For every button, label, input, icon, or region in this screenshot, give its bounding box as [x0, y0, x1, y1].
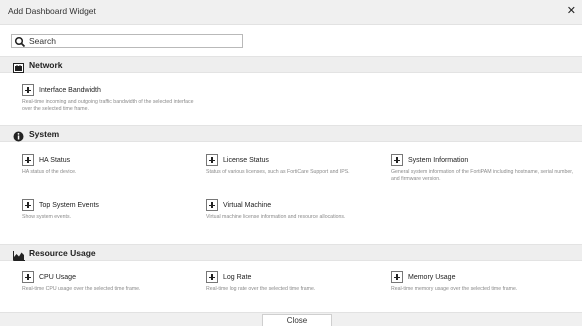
network-icon: [13, 60, 24, 73]
widget-license-status[interactable]: License Status Status of various license…: [206, 154, 386, 176]
search-input[interactable]: Search: [11, 34, 243, 48]
widget-memory-usage[interactable]: Memory Usage Real-time memory usage over…: [391, 271, 576, 293]
add-widget-icon[interactable]: [206, 154, 218, 166]
dialog-footer: Close: [0, 312, 582, 326]
widget-description: Real-time incoming and outgoing traffic …: [22, 99, 194, 112]
section-resource-usage: Resource Usage: [0, 244, 582, 261]
widget-ha-status[interactable]: HA Status HA status of the device.: [22, 154, 204, 176]
widget-name: System Information: [408, 156, 469, 164]
search-placeholder: Search: [29, 36, 56, 46]
close-icon[interactable]: ✕: [567, 4, 576, 18]
widget-description: Real-time CPU usage over the selected ti…: [22, 286, 141, 292]
area-chart-icon: [13, 248, 25, 261]
widget-description: Virtual machine license information and …: [206, 214, 346, 220]
widget-description: Status of various licenses, such as Fort…: [206, 169, 350, 175]
widget-interface-bandwidth[interactable]: Interface Bandwidth Real-time incoming a…: [22, 84, 204, 113]
widget-name: License Status: [223, 156, 269, 164]
add-widget-icon[interactable]: [206, 199, 218, 211]
widget-name: Virtual Machine: [223, 201, 272, 209]
widget-name: Interface Bandwidth: [39, 86, 101, 94]
section-network: Network: [0, 56, 582, 73]
widget-name: HA Status: [39, 156, 71, 164]
widget-description: HA status of the device.: [22, 169, 77, 175]
widget-system-information[interactable]: System Information General system inform…: [391, 154, 576, 183]
widget-cpu-usage[interactable]: CPU Usage Real-time CPU usage over the s…: [22, 271, 204, 293]
add-widget-icon[interactable]: [391, 271, 403, 283]
dialog-titlebar: Add Dashboard Widget ✕: [0, 0, 582, 25]
add-widget-icon[interactable]: [22, 271, 34, 283]
add-widget-icon[interactable]: [206, 271, 218, 283]
add-widget-icon[interactable]: [22, 199, 34, 211]
close-button[interactable]: Close: [262, 314, 332, 326]
add-widget-icon[interactable]: [391, 154, 403, 166]
widget-name: Memory Usage: [408, 273, 456, 281]
section-label-resource-usage: Resource Usage: [29, 248, 96, 258]
widget-log-rate[interactable]: Log Rate Real-time log rate over the sel…: [206, 271, 386, 293]
info-icon: [13, 129, 24, 142]
widget-description: Real-time log rate over the selected tim…: [206, 286, 316, 292]
widget-description: Show system events.: [22, 214, 72, 220]
dialog-title: Add Dashboard Widget: [8, 6, 96, 16]
widget-description: Real-time memory usage over the selected…: [391, 286, 518, 292]
section-label-network: Network: [29, 60, 63, 70]
widget-top-system-events[interactable]: Top System Events Show system events.: [22, 199, 204, 221]
widget-description: General system information of the FortiP…: [391, 169, 574, 182]
widget-name: CPU Usage: [39, 273, 76, 281]
search-icon: [14, 35, 28, 48]
add-widget-icon[interactable]: [22, 84, 34, 96]
section-system: System: [0, 125, 582, 142]
section-label-system: System: [29, 129, 60, 139]
widget-name: Log Rate: [223, 273, 252, 281]
widget-virtual-machine[interactable]: Virtual Machine Virtual machine license …: [206, 199, 366, 221]
add-widget-icon[interactable]: [22, 154, 34, 166]
widget-name: Top System Events: [39, 201, 99, 209]
